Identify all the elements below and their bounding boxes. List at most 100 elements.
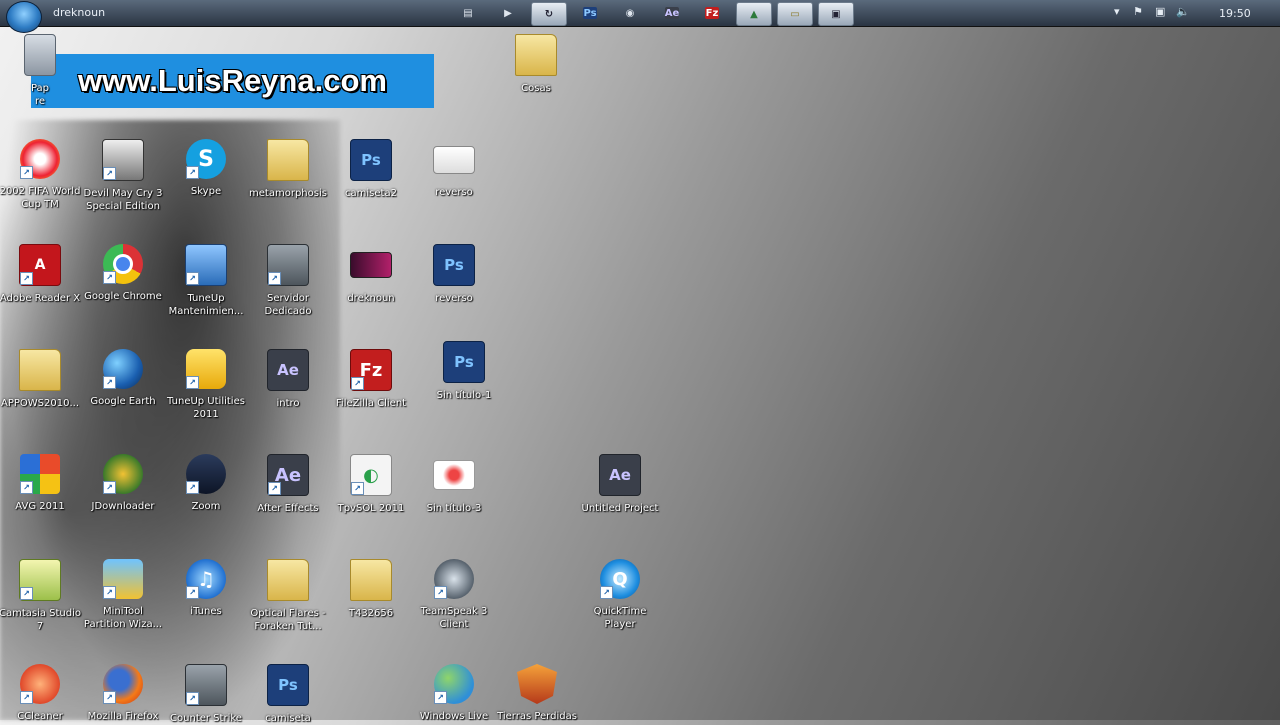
desktop-icon-fifa-2002[interactable]: ↗ 2002 FIFA World Cup TM — [0, 139, 82, 211]
desktop-icon-zoom[interactable]: ↗ Zoom — [164, 454, 248, 513]
desktop-icon-sin-titulo-1[interactable]: Ps Sin título-1 — [422, 341, 506, 402]
icon-label: Windows Live — [419, 711, 489, 722]
desktop-icon-after-effects[interactable]: Ae ↗ After Effects — [246, 454, 330, 515]
desktop-icon-quicktime[interactable]: Q ↗ QuickTime Player — [578, 559, 662, 631]
icon-label: camiseta2 — [345, 188, 397, 199]
desktop-icon-appows2010[interactable]: APPOWS2010... — [0, 349, 82, 410]
desktop-icon-minitool[interactable]: ↗ MiniTool Partition Wiza... — [81, 559, 165, 631]
icon-label: Cosas — [521, 83, 551, 94]
icon-label: AVG 2011 — [15, 501, 65, 512]
notes-icon: ▭ — [790, 8, 800, 20]
desktop-icon-reverso-psd[interactable]: Ps reverso — [412, 244, 496, 305]
icon-label: Zoom — [191, 501, 221, 512]
shortcut-arrow-icon: ↗ — [186, 692, 199, 705]
volume-icon[interactable]: 🔈 — [1176, 5, 1190, 18]
aep-file-icon: Ae — [267, 349, 309, 391]
shortcut-arrow-icon: ↗ — [186, 586, 199, 599]
desktop-icon-tuneup-maintenance[interactable]: ↗ TuneUp Mantenimien... — [164, 244, 248, 318]
desktop-icon-camiseta[interactable]: Ps camiseta — [246, 664, 330, 725]
desktop-icon-t432656[interactable]: T432656 — [329, 559, 413, 620]
shortcut-arrow-icon: ↗ — [434, 586, 447, 599]
taskbar-filezilla-button[interactable]: Fz — [695, 2, 729, 24]
watermark-banner: www.LuisReyna.com — [31, 54, 434, 108]
action-center-flag-icon[interactable]: ⚑ — [1133, 5, 1143, 18]
desktop-icon-firefox[interactable]: ↗ Mozilla Firefox — [81, 664, 165, 723]
desktop-icon-jdownloader[interactable]: ↗ JDownloader — [81, 454, 165, 513]
desktop-icon-teamspeak[interactable]: ↗ TeamSpeak 3 Client — [412, 559, 496, 631]
icon-label: Adobe Reader X — [0, 293, 81, 304]
aep-file-icon: Ae — [599, 454, 641, 496]
taskbar-after-effects-button[interactable]: Ae — [655, 2, 689, 24]
desktop-icon-ccleaner[interactable]: ↗ CCleaner — [0, 664, 82, 723]
clock[interactable]: 19:50 — [1219, 7, 1251, 20]
icon-label: metamorphosis — [249, 188, 327, 199]
icon-label: reverso — [435, 293, 473, 304]
desktop-icon-untitled-project[interactable]: Ae Untitled Project — [578, 454, 662, 515]
desktop-icon-cosas[interactable]: Cosas — [494, 34, 578, 95]
desktop-icon-avg[interactable]: ↗ AVG 2011 — [0, 454, 82, 513]
network-icon[interactable]: ▣ — [1155, 5, 1165, 18]
desktop-icon-windows-live[interactable]: ↗ Windows Live — [412, 664, 496, 723]
folder-icon — [515, 34, 557, 76]
taskbar-explorer-button[interactable]: ▤ — [451, 2, 485, 24]
shortcut-arrow-icon: ↗ — [186, 166, 199, 179]
desktop-icon-sin-titulo-3[interactable]: Sin título-3 — [412, 454, 496, 515]
desktop-icon-recycle-bin[interactable]: Pap re — [0, 34, 82, 108]
psd-file-icon: Ps — [443, 341, 485, 383]
image-file-icon — [350, 252, 392, 278]
icon-label: reverso — [435, 187, 473, 198]
filezilla-icon: Fz ↗ — [350, 349, 392, 391]
image-file-icon — [433, 460, 475, 490]
desktop-icon-skype[interactable]: S ↗ Skype — [164, 139, 248, 198]
shortcut-arrow-icon: ↗ — [186, 272, 199, 285]
chrome-icon: ↗ — [103, 244, 143, 284]
icon-label: intro — [276, 398, 300, 409]
recycle-bin-icon — [24, 34, 56, 76]
icon-label: MiniTool Partition Wiza... — [83, 606, 163, 630]
desktop-icon-tpvsol[interactable]: ◐ ↗ TpvSOL 2011 — [329, 454, 413, 515]
desktop-icon-servidor-dedicado[interactable]: ↗ Servidor Dedicado — [246, 244, 330, 318]
desktop-icon-metamorphosis[interactable]: metamorphosis — [246, 139, 330, 200]
taskbar-refresh-button[interactable]: ↻ — [531, 2, 567, 26]
desktop-icon-filezilla[interactable]: Fz ↗ FileZilla Client — [329, 349, 413, 410]
desktop-icon-google-chrome[interactable]: ↗ Google Chrome — [81, 244, 165, 303]
taskbar-landscape-button[interactable]: ▲ — [736, 2, 772, 26]
desktop-icon-itunes[interactable]: ♫ ↗ iTunes — [164, 559, 248, 618]
icon-label: Sin título-3 — [426, 503, 482, 514]
desktop-icon-dreknoun[interactable]: dreknoun — [329, 244, 413, 305]
taskbar-media-button[interactable]: ▶ — [491, 2, 525, 24]
desktop-icon-adobe-reader[interactable]: A ↗ Adobe Reader X — [0, 244, 82, 305]
taskbar-notes-button[interactable]: ▭ — [777, 2, 813, 26]
desktop-icon-reverso-image[interactable]: reverso — [412, 139, 496, 199]
start-button[interactable] — [6, 1, 42, 33]
shortcut-arrow-icon: ↗ — [103, 376, 116, 389]
taskbar-photoshop-button[interactable]: Ps — [573, 2, 607, 24]
shortcut-arrow-icon: ↗ — [103, 691, 116, 704]
skype-icon: S ↗ — [186, 139, 226, 179]
taskbar-chrome-button[interactable]: ◉ — [613, 2, 647, 24]
active-window-title[interactable]: dreknoun — [53, 6, 105, 19]
desktop-icon-camiseta2[interactable]: Ps camiseta2 — [329, 139, 413, 200]
taskbar-settings-button[interactable]: ▣ — [818, 2, 854, 26]
icon-label: Pap re — [30, 83, 50, 107]
photoshop-icon: Ps — [583, 7, 597, 19]
desktop-icon-tuneup-utilities[interactable]: ↗ TuneUp Utilities 2011 — [164, 349, 248, 421]
icon-label: After Effects — [257, 503, 319, 514]
ccleaner-icon: ↗ — [20, 664, 60, 704]
desktop-icon-tierras-perdidas[interactable]: Tierras Perdidas — [495, 664, 579, 723]
shortcut-arrow-icon: ↗ — [268, 272, 281, 285]
binoculars-icon: ↗ — [186, 454, 226, 494]
desktop-icon-dmc3[interactable]: ↗ Devil May Cry 3 Special Edition — [81, 139, 165, 213]
desktop-icon-camtasia[interactable]: ↗ Camtasia Studio 7 — [0, 559, 82, 633]
icon-label: Devil May Cry 3 Special Edition — [83, 188, 163, 212]
psd-file-icon: Ps — [267, 664, 309, 706]
desktop-icon-counter-strike[interactable]: ↗ Counter Strike — [164, 664, 248, 725]
shortcut-arrow-icon: ↗ — [351, 482, 364, 495]
desktop-icon-google-earth[interactable]: ↗ Google Earth — [81, 349, 165, 408]
tray-expand-icon[interactable]: ▾ — [1114, 5, 1120, 18]
icon-label: TeamSpeak 3 Client — [420, 606, 488, 630]
tpvsol-icon: ◐ ↗ — [350, 454, 392, 496]
icon-label: Camtasia Studio 7 — [0, 608, 82, 632]
desktop-icon-optical-flares[interactable]: Optical Flares - Foraken Tut... — [246, 559, 330, 633]
desktop-icon-intro[interactable]: Ae intro — [246, 349, 330, 410]
